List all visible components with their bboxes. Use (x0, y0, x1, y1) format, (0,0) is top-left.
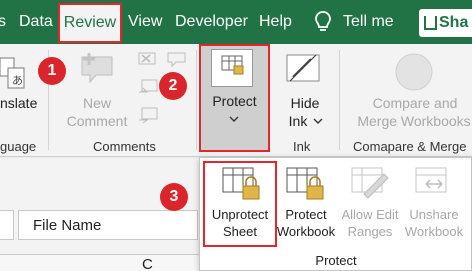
protect-group-label: Protect (315, 253, 357, 268)
step-badge-3: 3 (160, 183, 188, 211)
tab-data[interactable]: Data (19, 0, 53, 44)
chevron-down-icon (313, 118, 323, 124)
name-box[interactable]: File Name (18, 210, 198, 240)
share-label: Sha (439, 14, 469, 31)
protect-workbook-line1[interactable]: Protect (278, 206, 334, 223)
ink-group-label: Ink (293, 139, 311, 154)
tab-review[interactable]: Review (58, 3, 122, 43)
allow-edit-ranges-icon (351, 167, 389, 199)
unprotect-line1: Unprotect (211, 207, 269, 222)
share-button[interactable]: Sha (419, 9, 472, 37)
divider (339, 50, 340, 150)
translate-icon: あ (0, 57, 25, 89)
tab-help[interactable]: Help (259, 0, 292, 44)
tell-me-search[interactable]: Tell me (343, 0, 394, 44)
hide-ink-line1[interactable]: Hide (283, 94, 327, 112)
lightbulb-icon[interactable] (311, 10, 335, 34)
column-header-c[interactable]: C (142, 256, 153, 271)
compare-line1[interactable]: Compare and (362, 94, 468, 112)
divider (196, 50, 197, 150)
next-comment-icon (139, 107, 158, 124)
unshare-line1[interactable]: Unshare (404, 206, 464, 223)
step-badge-1: 1 (38, 57, 66, 85)
new-comment-line1[interactable]: New (64, 94, 130, 112)
protect-icon (211, 49, 253, 87)
compare-group-label: Comapare & Merge (353, 139, 467, 154)
previous-comment-icon (139, 79, 158, 93)
new-comment-icon (81, 53, 113, 84)
comments-group-label: Comments (93, 139, 156, 154)
name-box-value: File Name (33, 217, 102, 234)
protect-label: Protect (212, 93, 257, 109)
compare-merge-icon (395, 53, 433, 91)
delete-comment-icon (138, 52, 156, 65)
compare-line2[interactable]: Merge Workbooks (352, 112, 472, 130)
tab-view[interactable]: View (128, 0, 162, 44)
ribbon-tab-bar: s Data Review View Developer Help Tell m… (0, 0, 472, 44)
new-comment-line2[interactable]: Comment (62, 112, 132, 130)
unshare-line2[interactable]: Workbook (400, 223, 468, 240)
svg-text:あ: あ (12, 74, 23, 87)
unprotect-sheet-icon (222, 167, 260, 200)
share-icon (424, 16, 437, 30)
language-group-label: guage (0, 139, 37, 154)
hide-ink-icon (286, 54, 320, 82)
unprotect-line2: Sheet (223, 224, 257, 239)
chevron-down-icon (229, 116, 239, 122)
formula-bar-edge (0, 210, 14, 240)
tab-developer[interactable]: Developer (175, 0, 248, 44)
tab-cut-off[interactable]: s (0, 0, 6, 44)
protect-workbook-line2[interactable]: Workbook (272, 223, 340, 240)
allow-edit-line1[interactable]: Allow Edit (338, 206, 402, 223)
column-header-row: C (0, 254, 200, 271)
hide-ink-line2[interactable]: Ink (283, 112, 313, 130)
protect-workbook-icon[interactable] (285, 164, 325, 202)
translate-button[interactable]: nslate (0, 94, 37, 112)
allow-edit-line2[interactable]: Ranges (340, 223, 400, 240)
unshare-workbook-icon (415, 167, 447, 193)
show-comments-icon (167, 52, 186, 68)
step-badge-2: 2 (159, 72, 187, 100)
